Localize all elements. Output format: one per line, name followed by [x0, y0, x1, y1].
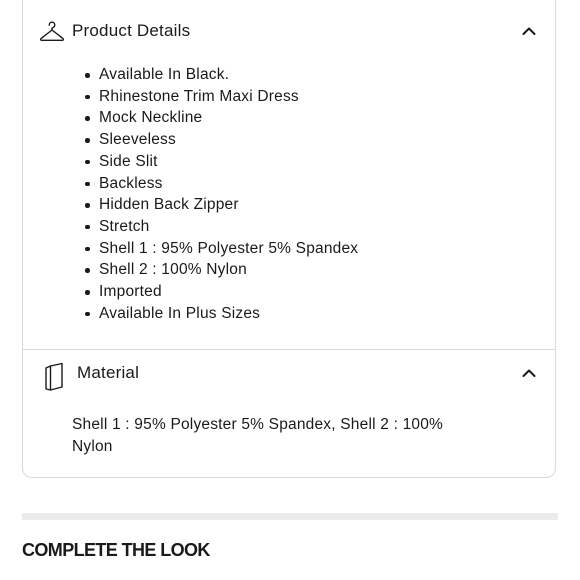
chevron-up-icon[interactable]: [521, 365, 537, 381]
list-item: Shell 2 : 100% Nylon: [84, 259, 358, 281]
list-item: Mock Neckline: [84, 107, 358, 129]
chevron-up-icon[interactable]: [521, 23, 537, 39]
list-item: Side Slit: [84, 151, 358, 173]
fabric-swatch-icon: [43, 361, 65, 393]
product-details-list: Available In Black. Rhinestone Trim Maxi…: [84, 64, 358, 325]
list-item: Sleeveless: [84, 129, 358, 151]
list-item: Rhinestone Trim Maxi Dress: [84, 86, 358, 108]
material-header[interactable]: Material: [23, 362, 557, 393]
list-item: Shell 1 : 95% Polyester 5% Spandex: [84, 238, 358, 260]
product-details-header[interactable]: Product Details: [23, 20, 557, 44]
list-item: Backless: [84, 173, 358, 195]
list-item: Hidden Back Zipper: [84, 194, 358, 216]
hanger-icon: [39, 20, 65, 44]
list-item: Available In Black.: [84, 64, 358, 86]
section-separator: [22, 513, 558, 520]
complete-the-look-heading: COMPLETE THE LOOK: [22, 540, 210, 560]
list-item: Stretch: [84, 216, 358, 238]
list-item: Available In Plus Sizes: [84, 303, 358, 325]
material-title: Material: [77, 363, 140, 382]
list-item: Imported: [84, 281, 358, 303]
product-info-card: Product Details Available In Black. Rhin…: [22, 0, 556, 478]
material-description: Shell 1 : 95% Polyester 5% Spandex, Shel…: [72, 416, 444, 455]
section-divider: [23, 349, 555, 350]
product-details-title: Product Details: [72, 21, 191, 40]
